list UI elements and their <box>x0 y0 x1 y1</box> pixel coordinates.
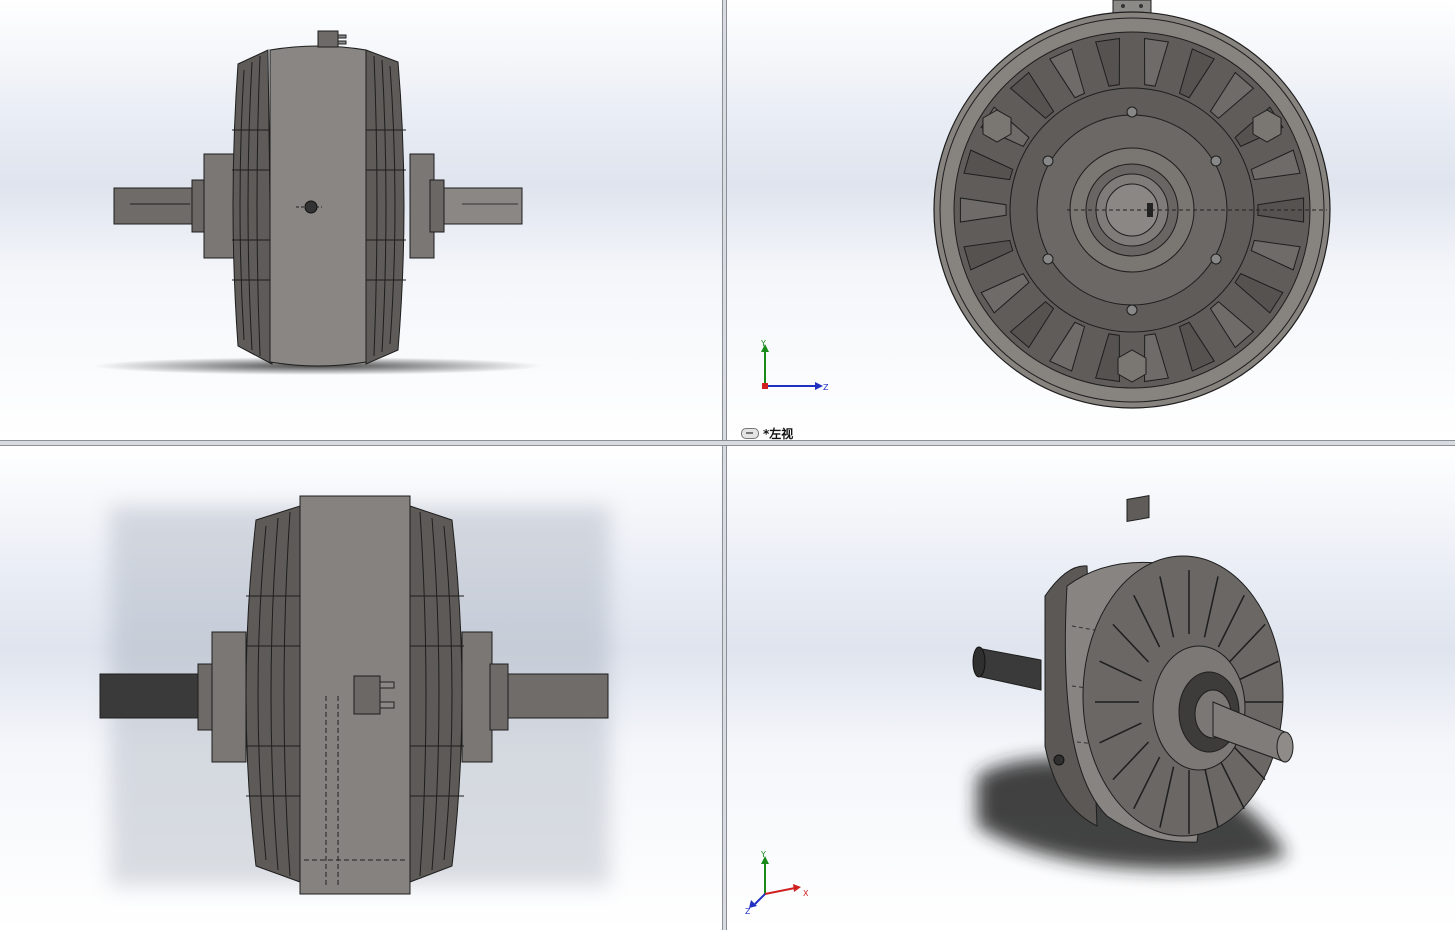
viewport-top[interactable] <box>0 446 722 930</box>
viewport-isometric[interactable]: Y X Z <box>727 446 1455 930</box>
left-shaft <box>113 187 199 225</box>
top-view-model[interactable] <box>0 446 722 930</box>
axis-triad: Y Z <box>760 340 829 392</box>
triad-y-label: Y <box>760 340 766 348</box>
connector-block <box>317 30 339 48</box>
triad-y-label: Y <box>760 850 766 859</box>
housing-hole <box>304 200 318 214</box>
connector-block <box>353 675 381 715</box>
main-housing <box>269 45 367 367</box>
left-shaft <box>99 673 201 719</box>
housing-hole <box>1053 754 1065 766</box>
left-fins <box>245 505 301 883</box>
connector-block <box>1126 495 1150 523</box>
view-name-label[interactable]: *左视 <box>741 425 793 440</box>
viewport-front[interactable] <box>0 0 722 440</box>
cad-graphics-area[interactable]: Y Z *左视 Y X Z <box>0 0 1455 930</box>
left-hub <box>203 153 235 259</box>
left-shaft <box>976 647 1042 691</box>
viewport-left[interactable]: Y Z *左视 <box>727 0 1455 440</box>
left-fins <box>232 49 273 365</box>
front-view-model[interactable] <box>0 0 722 440</box>
right-fins <box>365 49 405 365</box>
triad-z-label: Z <box>823 383 829 392</box>
view-name-text: *左视 <box>763 427 794 440</box>
right-hub <box>461 631 493 763</box>
isometric-view-model[interactable] <box>727 446 1455 930</box>
axis-triad: Y X Z <box>745 850 809 916</box>
triad-z-label: Z <box>745 907 751 916</box>
right-shaft <box>505 673 609 719</box>
right-shaft <box>431 187 523 225</box>
right-fins <box>409 505 463 883</box>
left-hub <box>211 631 247 763</box>
link-view-icon[interactable] <box>741 428 759 439</box>
triad-x-label: X <box>803 889 809 898</box>
